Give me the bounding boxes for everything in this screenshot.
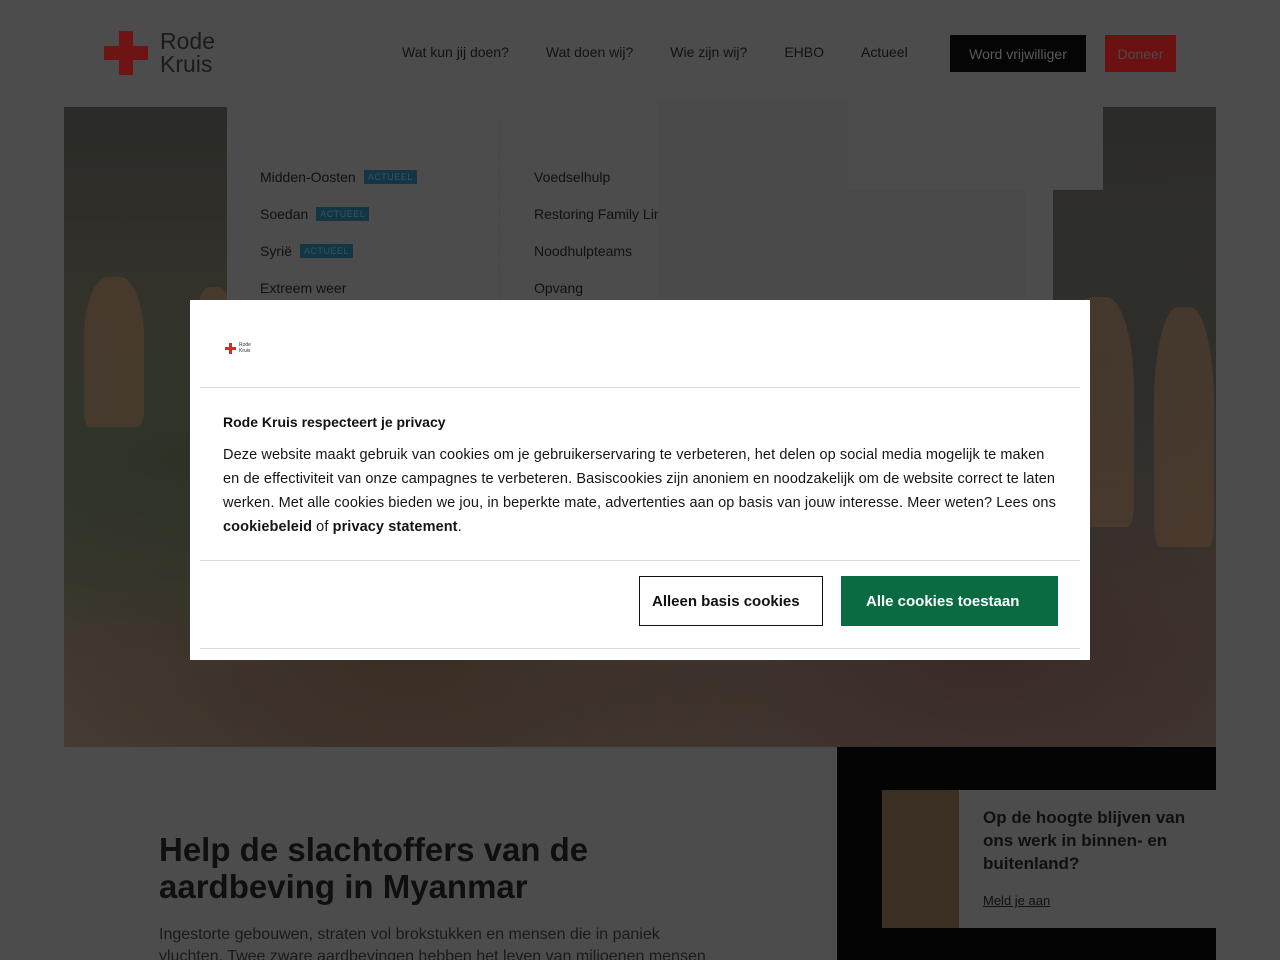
newsletter-card: Op de hoogte blijven van ons werk in bin… (882, 790, 1248, 928)
mega-menu-column-regions: Midden-Oosten ACTUEEL Soedan ACTUEEL Syr… (260, 158, 417, 306)
nav-item-actueel[interactable]: Actueel (861, 44, 908, 60)
cookie-title: Rode Kruis respecteert je privacy (223, 414, 446, 430)
mega-menu-divider (499, 122, 500, 302)
rode-kruis-logo[interactable]: Rode Kruis (104, 30, 215, 76)
nav-item-wat-doen-wij[interactable]: Wat doen wij? (546, 44, 633, 60)
newsletter-title: Op de hoogte blijven van ons werk in bin… (983, 808, 1186, 873)
menu-item-label: Syrië (260, 242, 292, 259)
logo-wordmark: Rode Kruis (160, 30, 215, 76)
modal-divider (200, 648, 1080, 649)
cookie-period: . (457, 519, 462, 535)
nav-item-wat-kun-jij-doen[interactable]: Wat kun jij doen? (402, 44, 509, 60)
modal-divider (200, 387, 1080, 388)
actueel-badge: ACTUEEL (299, 243, 353, 258)
red-cross-icon (225, 342, 236, 354)
nav-item-ehbo[interactable]: EHBO (784, 44, 824, 60)
cookie-policy-link[interactable]: cookiebeleid (223, 519, 312, 535)
menu-item-soedan[interactable]: Soedan ACTUEEL (260, 195, 417, 232)
modal-logo: Rode Kruis (225, 342, 251, 354)
menu-item-label: Midden-Oosten (260, 168, 356, 185)
intro-paragraph: Ingestorte gebouwen, straten vol brokstu… (159, 926, 706, 960)
menu-item-syrie[interactable]: Syrië ACTUEEL (260, 232, 417, 269)
modal-logo-wordmark: Rode Kruis (239, 342, 251, 354)
page-headline: Help de slachtoffers van de aardbeving i… (159, 831, 589, 905)
menu-item-voedselhulp[interactable]: Voedselhulp (534, 158, 662, 195)
menu-item-midden-oosten[interactable]: Midden-Oosten ACTUEEL (260, 158, 417, 195)
menu-item-label: Extreem weer (260, 279, 347, 296)
logo-line-2: Kruis (160, 51, 213, 77)
newsletter-thumbnail (882, 790, 959, 928)
accept-all-cookies-button[interactable]: Alle cookies toestaan (841, 576, 1058, 626)
modal-logo-line-2: Kruis (239, 348, 251, 354)
donate-button[interactable]: Doneer (1105, 35, 1176, 72)
site-header: Rode Kruis Wat kun jij doen? Wat doen wi… (64, 0, 1216, 107)
privacy-statement-link[interactable]: privacy statement (333, 519, 458, 535)
basic-cookies-button[interactable]: Alleen basis cookies (639, 576, 823, 626)
actueel-badge: ACTUEEL (363, 169, 417, 184)
menu-item-label: Soedan (260, 205, 309, 222)
mega-menu-panel (658, 100, 770, 300)
menu-item-restoring-family-links[interactable]: Restoring Family Lin (534, 195, 662, 232)
mega-menu-card (848, 100, 1103, 190)
intro-section: Help de slachtoffers van de aardbeving i… (64, 747, 837, 960)
newsletter-signup-link[interactable]: Meld je aan (983, 893, 1050, 908)
main-nav: Wat kun jij doen? Wat doen wij? Wie zijn… (402, 44, 908, 60)
menu-item-noodhulpteams[interactable]: Noodhulpteams (534, 232, 662, 269)
modal-divider (200, 560, 1080, 561)
nav-item-wie-zijn-wij[interactable]: Wie zijn wij? (670, 44, 747, 60)
logo-line-1: Rode (160, 28, 215, 54)
page-gutter-left (0, 0, 64, 960)
cookie-description: Deze website maakt gebruik van cookies o… (223, 443, 1063, 539)
cookie-body-text: Deze website maakt gebruik van cookies o… (223, 447, 1056, 511)
actueel-badge: ACTUEEL (316, 206, 370, 221)
red-cross-icon (104, 31, 148, 75)
cookie-consent-dialog: Rode Kruis Rode Kruis respecteert je pri… (190, 300, 1090, 660)
volunteer-button[interactable]: Word vrijwilliger (950, 35, 1086, 72)
cookie-connector: of (312, 519, 333, 535)
mega-menu-column-services: Voedselhulp Restoring Family Lin Noodhul… (534, 158, 662, 306)
